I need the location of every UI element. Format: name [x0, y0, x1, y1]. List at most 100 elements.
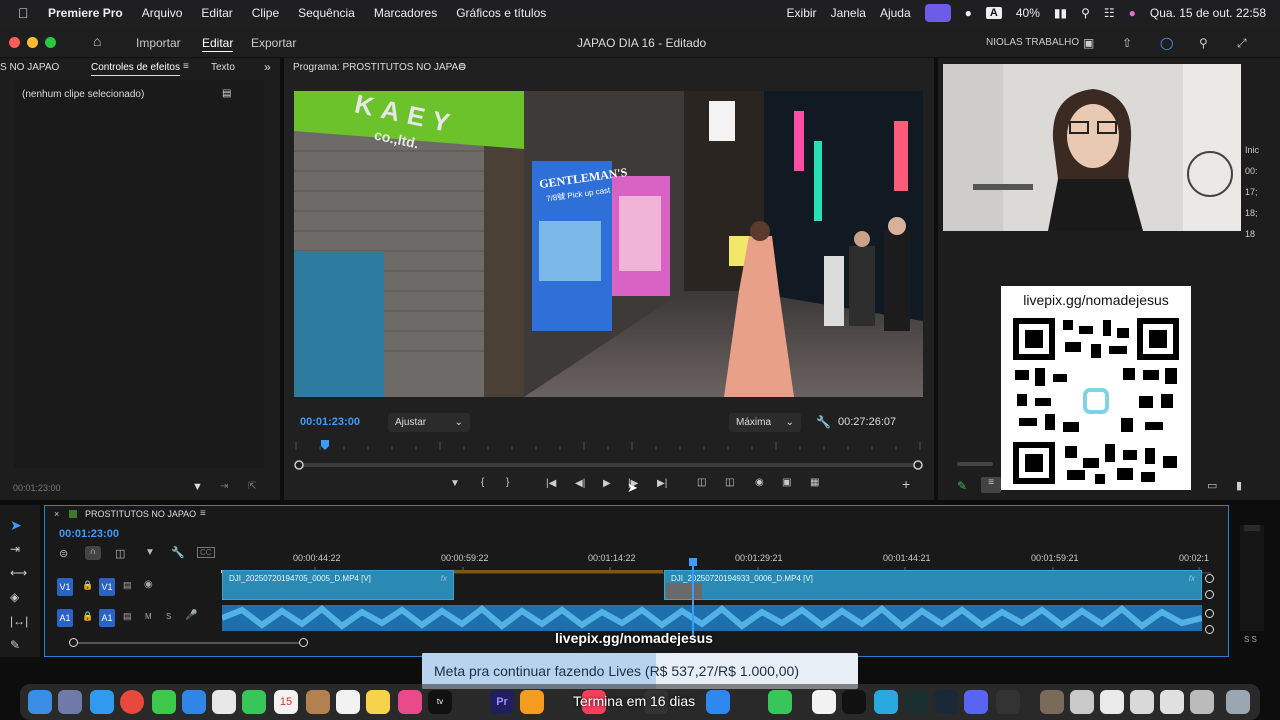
nav-editar[interactable]: Editar [202, 36, 234, 52]
menu-exibir[interactable]: Exibir [787, 6, 817, 20]
lift-icon[interactable]: ◫ [697, 477, 706, 488]
menu-ajuda[interactable]: Ajuda [880, 6, 911, 20]
right-panel-scroll[interactable] [957, 462, 993, 466]
camera-icon[interactable]: ◉ [755, 477, 764, 488]
close-sequence-icon[interactable]: × [54, 509, 59, 519]
appletv-icon[interactable]: tv [428, 690, 452, 714]
messages-icon[interactable] [152, 690, 176, 714]
video-clip-1[interactable]: DJI_20250720194705_0005_D.MP4 [V] fx [222, 570, 454, 600]
timeline-settings-icon[interactable]: 🔧 [171, 546, 185, 559]
appstore-icon[interactable] [706, 690, 730, 714]
filter-icon[interactable]: ▼ [192, 481, 203, 493]
steam-icon[interactable] [934, 690, 958, 714]
program-menu-icon[interactable]: ≡ [459, 61, 465, 72]
go-to-in-icon[interactable]: |◀ [546, 478, 556, 489]
menu-clipe[interactable]: Clipe [252, 6, 279, 20]
vr-icon[interactable]: ▦ [810, 477, 819, 488]
safari-icon[interactable] [90, 690, 114, 714]
nav-exportar[interactable]: Exportar [251, 36, 296, 50]
workspaces-icon[interactable]: ▣ [1083, 36, 1094, 50]
textedit-icon[interactable] [812, 690, 836, 714]
timeline-zoom-scroll[interactable] [73, 642, 305, 644]
menu-janela[interactable]: Janela [831, 6, 866, 20]
terminal-icon[interactable] [842, 690, 866, 714]
audio-clip[interactable] [220, 605, 1203, 631]
calendar-icon[interactable]: 15 [274, 690, 298, 714]
launchpad-icon[interactable] [58, 690, 82, 714]
lock-icon[interactable]: 🔒 [82, 580, 93, 591]
microphone-icon[interactable]: 🎤 [185, 610, 197, 621]
program-video-frame[interactable]: KAEY co.,ltd. GENTLEMAN'S 7/8號 Pick up c… [294, 91, 923, 397]
solo-button[interactable]: S [166, 612, 171, 621]
minimize-window-button[interactable] [27, 37, 38, 48]
obs-icon[interactable] [996, 690, 1020, 714]
finder-icon[interactable] [28, 690, 52, 714]
trash-icon[interactable] [1226, 690, 1250, 714]
sequence-tab[interactable]: PROSTITUTOS NO JAPAO [85, 509, 196, 519]
panel-menu-icon[interactable]: ≡ [183, 61, 189, 72]
mark-in-icon[interactable]: { [481, 477, 484, 488]
recent-window-icon[interactable] [1040, 690, 1064, 714]
insert-nest-icon[interactable]: ⊜ [59, 547, 68, 560]
track-height-handle[interactable] [1205, 609, 1214, 618]
add-marker-icon[interactable]: ▼ [450, 478, 460, 489]
list-view-icon[interactable]: ≡ [981, 477, 1001, 493]
track-height-handle[interactable] [1205, 590, 1214, 599]
close-window-button[interactable] [9, 37, 20, 48]
eye-icon[interactable]: ◉ [144, 579, 153, 590]
siri-icon[interactable]: ● [1129, 6, 1136, 20]
snap-icon[interactable]: ∩ [85, 546, 101, 560]
track-height-handle[interactable] [1205, 625, 1214, 634]
input-source-icon[interactable]: A [985, 7, 1002, 19]
track-a1[interactable]: A1 [99, 609, 115, 627]
zoom-window-button[interactable] [45, 37, 56, 48]
clock[interactable]: Qua. 15 de out. 22:58 [1150, 6, 1266, 20]
menu-app-name[interactable]: Premiere Pro [48, 6, 123, 20]
extract-icon[interactable]: ◫ [725, 477, 734, 488]
new-item-icon[interactable]: ▮ [1236, 479, 1242, 492]
linked-selection-icon[interactable]: ◫ [115, 547, 125, 560]
recent-window-icon[interactable] [1160, 690, 1184, 714]
recent-window-icon[interactable] [1130, 690, 1154, 714]
mark-out-icon[interactable]: } [506, 477, 509, 488]
recent-window-icon[interactable] [1190, 690, 1214, 714]
notes-icon[interactable] [366, 690, 390, 714]
zoom-search-icon[interactable]: ⚲ [1199, 36, 1208, 50]
chrome-icon[interactable] [120, 690, 144, 714]
compare-icon[interactable]: ▣ [782, 477, 791, 488]
tab-effect-controls[interactable]: Controles de efeitos [91, 62, 180, 76]
mail-icon[interactable] [182, 690, 206, 714]
nav-importar[interactable]: Importar [136, 36, 181, 50]
home-icon[interactable]: ⌂ [93, 33, 101, 49]
export-frame-icon[interactable]: ⇥ [220, 481, 228, 492]
user-icon[interactable]: ● [965, 6, 972, 20]
freeform-icon[interactable] [398, 690, 422, 714]
pencil-icon[interactable]: ✎ [957, 479, 967, 493]
share-icon[interactable]: ⇧ [1122, 36, 1132, 50]
zoom-handle-right[interactable] [299, 638, 308, 647]
photos-icon[interactable] [212, 690, 236, 714]
reminders-icon[interactable] [336, 690, 360, 714]
selection-tool-icon[interactable]: ➤ [10, 517, 22, 534]
progress-icon[interactable]: ◯ [1160, 36, 1173, 50]
timeline-timecode[interactable]: 00:01:23:00 [59, 528, 119, 540]
sync-lock-icon[interactable]: ▤ [123, 611, 132, 622]
fit-dropdown[interactable]: Ajustar ⌄ [388, 413, 470, 432]
contacts-icon[interactable] [306, 690, 330, 714]
menu-sequencia[interactable]: Sequência [298, 6, 355, 20]
menu-arquivo[interactable]: Arquivo [142, 6, 183, 20]
track-select-tool-icon[interactable]: ⇥ [10, 542, 20, 556]
folder-icon[interactable]: ▭ [1207, 479, 1217, 492]
program-scrub-bar[interactable] [294, 438, 924, 470]
panel-toggle-icon[interactable]: ▤ [222, 88, 231, 99]
premiere-pro-icon[interactable]: Pr [490, 690, 514, 714]
captions-icon[interactable]: CC [197, 547, 215, 558]
program-tab[interactable]: Programa: PROSTITUTOS NO JAPAO [293, 62, 466, 73]
quality-dropdown[interactable]: Máxima ⌄ [729, 413, 801, 432]
program-timecode[interactable]: 00:01:23:00 [300, 416, 360, 428]
whatsapp-icon[interactable] [768, 690, 792, 714]
zoom-handle-left[interactable] [69, 638, 78, 647]
ripple-tool-icon[interactable]: ⟷ [10, 566, 27, 580]
track-target-v1[interactable]: V1 [57, 578, 73, 596]
telegram-icon[interactable] [874, 690, 898, 714]
